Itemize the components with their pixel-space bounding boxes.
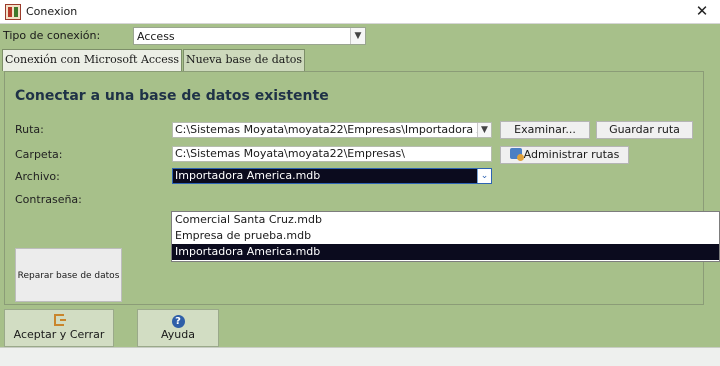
tools-icon [509, 148, 524, 161]
carpeta-label: Carpeta: [15, 148, 63, 161]
chevron-down-icon[interactable]: ▼ [350, 28, 365, 44]
archivo-label: Archivo: [15, 170, 60, 183]
status-bar [0, 347, 720, 366]
list-item[interactable]: Empresa de prueba.mdb [172, 228, 719, 244]
access-connection-panel: Conectar a una base de datos existente R… [4, 71, 704, 305]
ruta-select[interactable]: C:\Sistemas Moyata\moyata22\Empresas\Imp… [172, 122, 492, 138]
database-app-icon [5, 4, 21, 20]
connection-type-label: Tipo de conexión: [3, 29, 101, 42]
archivo-value: Importadora America.mdb [175, 169, 321, 182]
carpeta-field[interactable]: C:\Sistemas Moyata\moyata22\Empresas\ [172, 146, 492, 162]
administrar-rutas-button[interactable]: Administrar rutas [500, 146, 629, 164]
connection-type-value: Access [137, 30, 175, 43]
ruta-value: C:\Sistemas Moyata\moyata22\Empresas\Imp… [175, 123, 485, 136]
reparar-base-button[interactable]: Reparar base de datos [15, 248, 122, 302]
examinar-button[interactable]: Examinar... [500, 121, 590, 139]
aceptar-cerrar-button[interactable]: Aceptar y Cerrar [4, 309, 114, 347]
connection-type-select[interactable]: Access ▼ [133, 27, 366, 45]
list-item[interactable]: Comercial Santa Cruz.mdb [172, 212, 719, 228]
list-item[interactable]: Importadora America.mdb [172, 244, 719, 260]
contrasena-label: Contraseña: [15, 193, 82, 206]
ruta-label: Ruta: [15, 123, 44, 136]
panel-heading: Conectar a una base de datos existente [15, 88, 329, 104]
title-bar: Conexion ✕ [0, 0, 720, 24]
ayuda-button[interactable]: ? Ayuda [137, 309, 219, 347]
archivo-dropdown-list: Comercial Santa Cruz.mdb Empresa de prue… [171, 211, 720, 262]
close-icon[interactable]: ✕ [692, 1, 712, 21]
exit-door-icon [54, 314, 66, 326]
ayuda-label: Ayuda [161, 328, 195, 341]
tab-access-connection[interactable]: Conexión con Microsoft Access [2, 49, 182, 71]
aceptar-cerrar-label: Aceptar y Cerrar [13, 328, 105, 341]
chevron-down-icon[interactable]: ▼ [477, 123, 491, 137]
guardar-ruta-button[interactable]: Guardar ruta [596, 121, 693, 139]
archivo-select[interactable]: Importadora America.mdb ⌄ [172, 168, 492, 184]
administrar-rutas-label: Administrar rutas [523, 148, 620, 161]
help-icon: ? [171, 315, 185, 328]
chevron-down-icon[interactable]: ⌄ [477, 169, 491, 183]
window-title: Conexion [26, 5, 78, 18]
carpeta-value: C:\Sistemas Moyata\moyata22\Empresas\ [175, 147, 405, 160]
tab-new-database[interactable]: Nueva base de datos [183, 49, 305, 71]
